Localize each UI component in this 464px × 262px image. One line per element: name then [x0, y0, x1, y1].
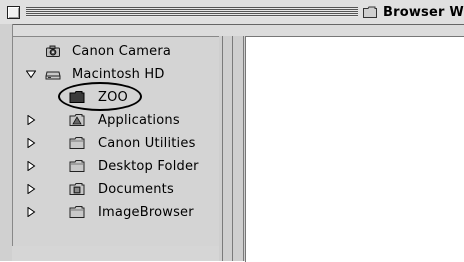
zoo-highlight-ellipse — [58, 82, 142, 111]
title-stripes — [26, 7, 358, 17]
tree-item-canon-utilities[interactable]: Canon Utilities — [13, 132, 220, 154]
applications-folder-icon — [69, 114, 85, 126]
splitter-line — [232, 36, 233, 261]
tree-item-label: Applications — [98, 112, 180, 128]
tree-item-canon-camera[interactable]: Canon Camera — [13, 40, 220, 62]
tree-item-imagebrowser[interactable]: ImageBrowser — [13, 201, 220, 223]
tree-item-label: Desktop Folder — [98, 158, 199, 174]
splitter-line — [243, 36, 244, 261]
window-title-text: Browser Wi — [383, 4, 464, 20]
tree-item-label: Canon Utilities — [98, 135, 196, 151]
splitter-line — [222, 36, 223, 261]
disclosure-triangle-open-icon[interactable] — [26, 69, 36, 79]
documents-folder-icon — [69, 183, 85, 195]
close-box[interactable] — [7, 6, 20, 19]
disclosure-triangle-closed-icon[interactable] — [26, 115, 36, 125]
tree-item-applications[interactable]: Applications — [13, 109, 220, 131]
camera-icon — [46, 45, 60, 57]
folder-icon — [69, 206, 85, 218]
title-bar[interactable]: Browser Wi — [0, 0, 464, 25]
tree-item-label: Documents — [98, 181, 174, 197]
tree-item-documents[interactable]: Documents — [13, 178, 220, 200]
tree-item-desktop-folder[interactable]: Desktop Folder — [13, 155, 220, 177]
folder-tree: Canon Camera Macintosh HD ZOO Applicatio… — [12, 36, 220, 247]
folder-icon — [69, 137, 85, 149]
disclosure-triangle-closed-icon[interactable] — [26, 207, 36, 217]
tree-panel-bottom — [12, 246, 219, 261]
window-title: Browser Wi — [361, 3, 464, 21]
disclosure-triangle-closed-icon[interactable] — [26, 184, 36, 194]
browser-window: Browser Wi Canon Camera Macintosh HD ZOO… — [0, 0, 464, 262]
tree-item-label: Canon Camera — [72, 43, 172, 59]
disclosure-triangle-closed-icon[interactable] — [26, 161, 36, 171]
disclosure-triangle-closed-icon[interactable] — [26, 138, 36, 148]
tree-item-label: ImageBrowser — [98, 204, 194, 220]
folder-icon — [69, 160, 85, 172]
folder-icon — [363, 6, 377, 18]
tree-item-macintosh-hd[interactable]: Macintosh HD — [13, 63, 220, 85]
hard-disk-icon — [45, 71, 61, 80]
thumbnail-pane[interactable] — [245, 36, 464, 262]
tree-item-label: Macintosh HD — [72, 66, 165, 82]
